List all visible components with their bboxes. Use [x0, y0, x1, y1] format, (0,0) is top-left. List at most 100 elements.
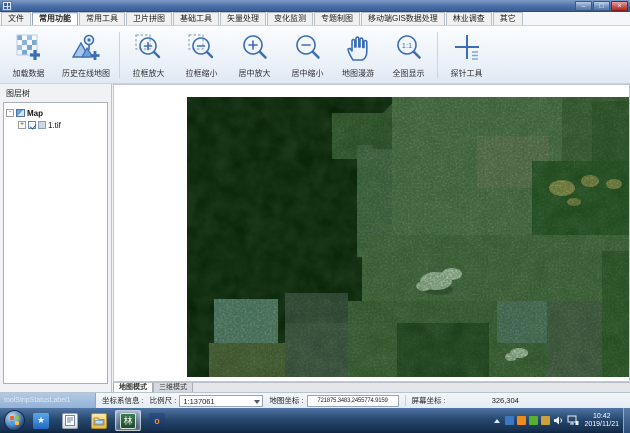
load-data-icon: [14, 31, 44, 65]
tab-vector-processing[interactable]: 矢量处理: [220, 12, 266, 25]
pan-button[interactable]: 地图漫游: [334, 28, 382, 82]
expand-icon[interactable]: +: [18, 121, 26, 129]
tab-thematic-mapping[interactable]: 专题制图: [314, 12, 360, 25]
show-desktop-button[interactable]: [623, 408, 630, 433]
full-extent-icon: 1:1: [394, 31, 424, 65]
map-mode-tab-bar: 地图模式 三维模式: [113, 382, 630, 392]
taskbar-app-forest-gis[interactable]: 林: [115, 410, 141, 431]
layer-panel: 图层树 - Map + 1.tif: [0, 84, 112, 392]
map-icon: [16, 109, 25, 117]
toolbar-label: 居中放大: [239, 68, 271, 79]
tab-common-tools[interactable]: 常用工具: [79, 12, 125, 25]
orange-o-icon: o: [149, 413, 165, 429]
clock-time: 10:42: [584, 413, 619, 421]
tab-mobile-gis-data[interactable]: 移动端GIS数据处理: [361, 12, 445, 25]
folder-icon: [91, 413, 107, 429]
status-bar: toolStripStatusLabel1 坐标系信息 : 比例尺 : 1:13…: [0, 392, 630, 408]
tray-app-icon-green[interactable]: [529, 416, 538, 425]
clock-date: 2019/11/21: [584, 421, 619, 429]
chevron-down-icon: [254, 400, 260, 404]
status-separator: [405, 395, 406, 406]
tree-node-layer[interactable]: + 1.tif: [6, 119, 105, 131]
toolbar-label: 拉框放大: [133, 68, 165, 79]
windows-taskbar: ★ 林 o: [0, 408, 630, 433]
box-zoom-in-button[interactable]: 拉框放大: [122, 28, 175, 82]
scale-value: 1:137061: [183, 397, 214, 406]
toolbar-label: 全图显示: [393, 68, 425, 79]
taskbar-app-orange-o[interactable]: o: [144, 410, 170, 431]
tab-file[interactable]: 文件: [1, 12, 31, 25]
volume-icon[interactable]: [553, 415, 564, 426]
tray-app-icon-yellow[interactable]: [541, 416, 550, 425]
tab-forestry-survey[interactable]: 林业调查: [446, 12, 492, 25]
tray-expand-icon[interactable]: [494, 419, 500, 423]
app-window: – □ × 文件 常用功能 常用工具 卫片拼图 基础工具 矢量处理 变化监测 专…: [0, 0, 630, 433]
taskbar-app-explorer[interactable]: [86, 410, 112, 431]
history-online-map-icon: [70, 31, 102, 65]
toolbar-label: 拉框缩小: [186, 68, 218, 79]
screen-coord-value: 326,304: [492, 396, 519, 405]
browser-star-icon: ★: [33, 413, 49, 429]
center-zoom-in-icon: [240, 31, 270, 65]
layer-node-label: 1.tif: [48, 121, 61, 130]
load-data-button[interactable]: 加载数据: [2, 28, 55, 82]
box-zoom-out-icon: [187, 31, 217, 65]
full-extent-ratio-text: 1:1: [401, 41, 411, 50]
close-button[interactable]: ×: [611, 1, 628, 11]
box-zoom-out-button[interactable]: 拉框缩小: [175, 28, 228, 82]
toolbar-label: 加载数据: [13, 68, 45, 79]
tray-app-icon-blue[interactable]: [505, 416, 514, 425]
toolbar-label: 探针工具: [451, 68, 483, 79]
full-extent-button[interactable]: 1:1 全图显示: [382, 28, 435, 82]
center-zoom-in-button[interactable]: 居中放大: [228, 28, 281, 82]
center-zoom-out-icon: [293, 31, 323, 65]
toolbar: 加载数据 历史在线地图: [0, 26, 630, 84]
tab-change-monitoring[interactable]: 变化监测: [267, 12, 313, 25]
minimize-button[interactable]: –: [575, 1, 592, 11]
raster-layer-icon: [38, 121, 46, 129]
layer-visibility-checkbox[interactable]: [28, 121, 36, 129]
taskbar-clock[interactable]: 10:42 2019/11/21: [584, 413, 619, 429]
screen-coord-label: 屏幕坐标 :: [412, 395, 446, 406]
layer-panel-title: 图层树: [0, 84, 111, 102]
map-coord-label: 地图坐标 :: [269, 395, 303, 406]
map-coord-value: 721875.3483,2455774.9159: [307, 395, 399, 407]
coord-sys-label: 坐标系信息 :: [102, 395, 144, 406]
tab-common-functions[interactable]: 常用功能: [32, 12, 78, 25]
toolbar-label: 居中缩小: [292, 68, 324, 79]
forest-gis-icon: 林: [120, 413, 136, 429]
system-tray: 10:42 2019/11/21: [494, 408, 630, 433]
scale-select[interactable]: 1:137061: [179, 395, 263, 407]
toolbar-separator: [119, 32, 120, 78]
probe-tool-icon: [451, 31, 483, 65]
ribbon-tab-bar: 文件 常用功能 常用工具 卫片拼图 基础工具 矢量处理 变化监测 专题制图 移动…: [0, 12, 630, 26]
tab-basic-tools[interactable]: 基础工具: [173, 12, 219, 25]
tree-node-map[interactable]: - Map: [6, 107, 105, 119]
notepad-icon: [62, 413, 78, 429]
toolbar-label: 地图漫游: [342, 68, 374, 79]
box-zoom-in-icon: [134, 31, 164, 65]
maximize-button[interactable]: □: [593, 1, 610, 11]
toolbar-label: 历史在线地图: [62, 68, 110, 79]
history-online-map-button[interactable]: 历史在线地图: [55, 28, 117, 82]
map-node-label: Map: [27, 109, 43, 118]
taskbar-app-browser[interactable]: ★: [28, 410, 54, 431]
pan-hand-icon: [343, 31, 373, 65]
collapse-icon[interactable]: -: [6, 109, 14, 117]
scale-label: 比例尺 :: [150, 395, 177, 406]
satellite-map-image: [114, 85, 629, 381]
network-icon[interactable]: [567, 415, 579, 426]
toolbar-separator: [437, 32, 438, 78]
app-grid-icon: [2, 1, 12, 11]
tab-other[interactable]: 其它: [493, 12, 523, 25]
layer-tree[interactable]: - Map + 1.tif: [3, 102, 108, 384]
taskbar-app-notepad[interactable]: [57, 410, 83, 431]
center-zoom-out-button[interactable]: 居中缩小: [281, 28, 334, 82]
tab-satellite-mosaic[interactable]: 卫片拼图: [126, 12, 172, 25]
map-canvas[interactable]: [113, 84, 630, 382]
probe-tool-button[interactable]: 探针工具: [440, 28, 493, 82]
start-button[interactable]: [4, 410, 25, 431]
title-bar[interactable]: – □ ×: [0, 0, 630, 12]
status-placeholder-label: toolStripStatusLabel1: [0, 393, 96, 408]
tray-app-icon-orange[interactable]: [517, 416, 526, 425]
